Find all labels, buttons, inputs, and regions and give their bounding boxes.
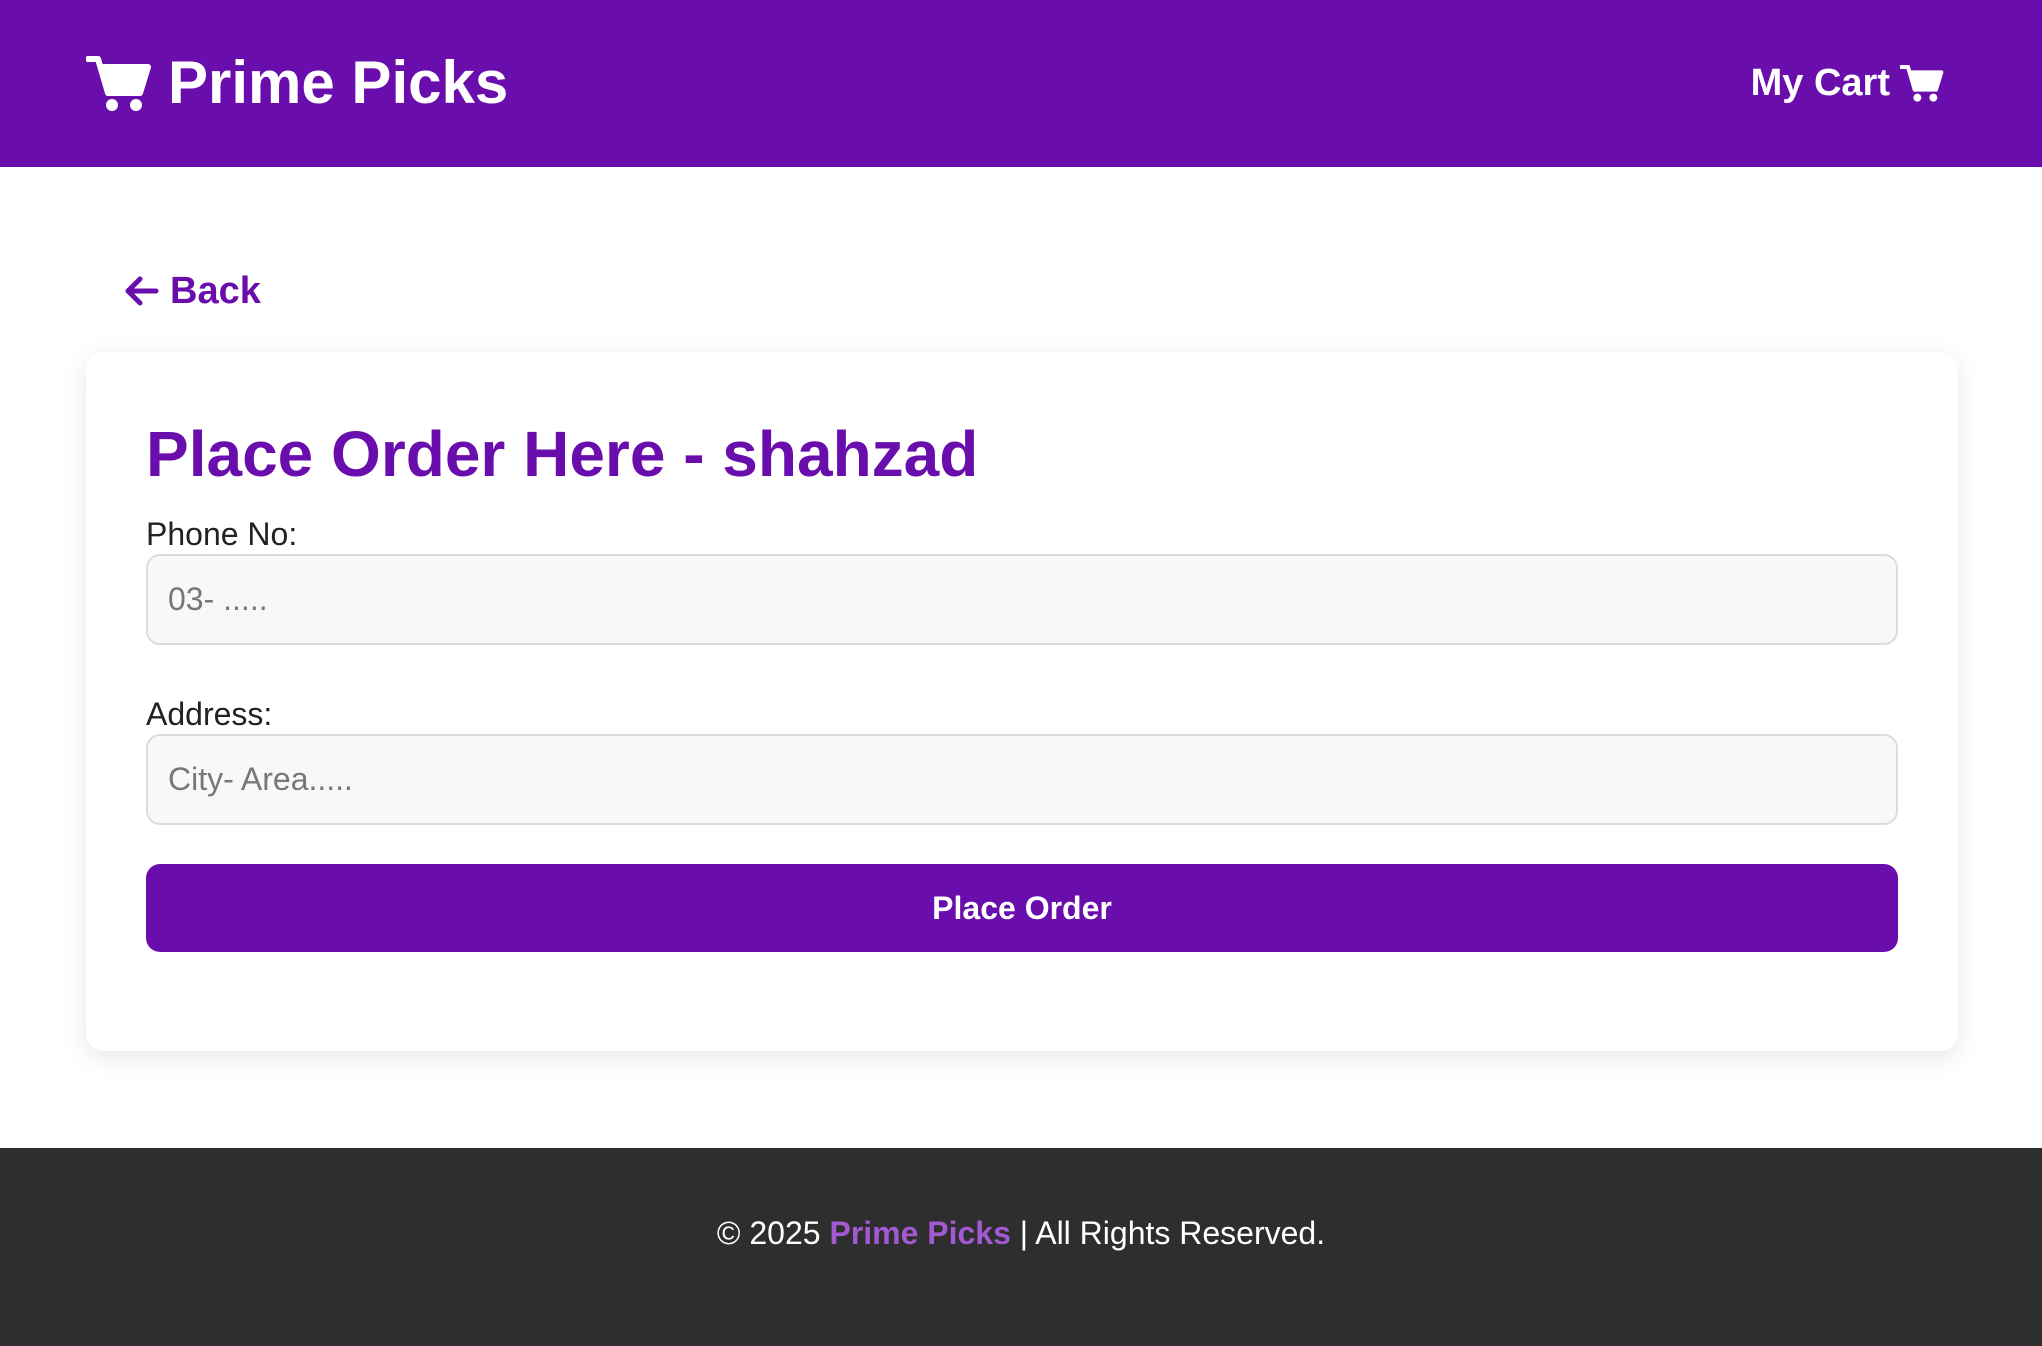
brand-link[interactable]: Prime Picks <box>86 48 508 118</box>
address-label: Address: <box>146 696 273 732</box>
cart-icon <box>86 53 152 113</box>
place-order-button[interactable]: Place Order <box>146 864 1898 952</box>
page-title: Place Order Here - shahzad <box>146 418 979 490</box>
site-footer: © 2025 Prime Picks | All Rights Reserved… <box>0 1148 2042 1346</box>
cart-icon <box>1890 63 1944 103</box>
arrow-left-icon <box>124 273 160 309</box>
site-header: Prime Picks My Cart <box>0 0 2042 167</box>
order-form-card: Place Order Here - shahzad Phone No: Add… <box>86 352 1958 1051</box>
phone-label: Phone No: <box>146 516 298 552</box>
footer-copyright: © 2025 Prime Picks | All Rights Reserved… <box>0 1148 2042 1318</box>
back-label: Back <box>170 270 261 312</box>
my-cart-link[interactable]: My Cart <box>1751 58 1944 108</box>
my-cart-label: My Cart <box>1750 62 1890 104</box>
footer-brand: Prime Picks <box>829 1214 1011 1251</box>
footer-prefix: © 2025 <box>716 1214 830 1251</box>
back-link[interactable]: Back <box>124 268 261 314</box>
brand-name: Prime Picks <box>168 49 509 116</box>
address-input[interactable] <box>146 734 1898 825</box>
phone-input[interactable] <box>146 554 1898 645</box>
footer-suffix: | All Rights Reserved. <box>1010 1214 1326 1251</box>
